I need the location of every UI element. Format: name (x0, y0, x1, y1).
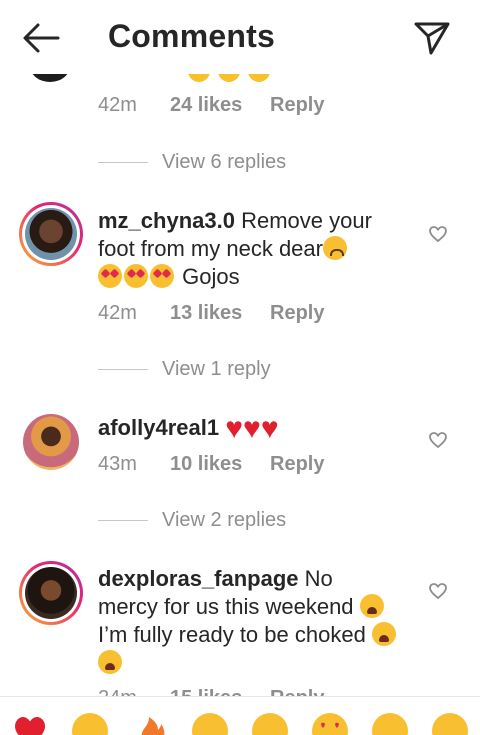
comment-text: Gojos (182, 264, 240, 289)
divider-line (98, 369, 148, 370)
comment-meta: 24m15 likesReply (98, 687, 324, 696)
red-heart-icon[interactable] (12, 713, 48, 735)
paper-plane-icon (414, 22, 450, 55)
view-replies-label: View 6 replies (162, 151, 287, 173)
red-heart-icon: ♥ (243, 412, 261, 445)
comment-text: I’m fully ready to be choked (98, 622, 366, 647)
comment-body: dexploras_fanpage No mercy for us this w… (98, 565, 398, 677)
view-replies-button[interactable]: View 2 replies (98, 509, 286, 532)
view-replies-label: View 2 replies (162, 509, 287, 531)
comment-likes[interactable]: 15 likes (170, 687, 270, 696)
header-bar: Comments (0, 0, 480, 74)
heart-outline-icon[interactable] (428, 430, 448, 450)
weary-face-icon (371, 622, 396, 646)
emoji-icon (218, 74, 240, 82)
view-replies-button[interactable]: View 6 replies (98, 151, 286, 174)
comment-body: afolly4real1 ♥♥♥ (98, 412, 398, 445)
back-button[interactable] (20, 20, 62, 56)
reply-button[interactable]: Reply (270, 302, 324, 325)
view-replies-label: View 1 reply (162, 358, 271, 380)
divider-line (98, 162, 148, 163)
comment-likes[interactable]: 10 likes (170, 453, 270, 476)
reply-button[interactable]: Reply (270, 687, 324, 696)
red-heart-icon: ♥ (260, 412, 279, 445)
weary-face-icon (98, 650, 122, 674)
tears-of-joy-icon[interactable] (432, 713, 468, 735)
heart-eyes-icon (150, 264, 174, 288)
red-heart-icon: ♥ (225, 412, 244, 445)
comment-meta: 42m 13 likes Reply (98, 302, 324, 325)
comment-time: 43m (98, 453, 137, 475)
heart-eyes-icon (124, 264, 148, 288)
comment-time: 42m (98, 302, 137, 324)
heart-eyes-icon (98, 264, 122, 288)
reply-button[interactable]: Reply (270, 453, 324, 476)
raising-hands-icon[interactable] (72, 713, 108, 735)
reply-button[interactable]: Reply (270, 94, 324, 117)
heart-eyes-icon[interactable] (312, 713, 348, 735)
heart-outline-icon[interactable] (428, 224, 448, 244)
comment-time: 24m (98, 687, 170, 696)
view-replies-button[interactable]: View 1 reply (98, 358, 271, 381)
divider-line (98, 520, 148, 521)
comment-likes[interactable]: 13 likes (170, 302, 270, 325)
share-button[interactable] (412, 18, 452, 58)
emoji-icon (248, 74, 270, 82)
crying-face-icon (322, 236, 347, 260)
comment-username[interactable]: afolly4real1 (98, 415, 219, 440)
comment-meta: 42m 24 likes Reply (98, 94, 324, 117)
avatar[interactable] (19, 561, 83, 625)
comment-username[interactable]: mz_chyna3.0 (98, 208, 235, 233)
heart-outline-icon[interactable] (428, 581, 448, 601)
quick-reaction-bar (0, 696, 480, 735)
comment-username[interactable]: dexploras_fanpage (98, 566, 299, 591)
fire-icon[interactable] (134, 713, 170, 735)
crying-face-icon[interactable] (252, 713, 288, 735)
surprised-face-icon[interactable] (372, 713, 408, 735)
clapping-hands-icon[interactable] (192, 713, 228, 735)
arrow-left-icon (23, 23, 60, 53)
comment-time: 42m (98, 94, 137, 116)
avatar[interactable] (19, 202, 83, 266)
page-title: Comments (108, 18, 275, 54)
weary-face-icon (359, 594, 384, 618)
comment-body: mz_chyna3.0 Remove your foot from my nec… (98, 207, 398, 291)
avatar[interactable] (23, 414, 79, 470)
emoji-icon (188, 74, 210, 82)
comments-list[interactable]: 42m 24 likes Reply View 6 replies mz_chyna… (0, 74, 480, 696)
comment-meta: 43m 10 likes Reply (98, 453, 324, 476)
avatar[interactable] (30, 74, 70, 82)
comment-likes[interactable]: 24 likes (170, 94, 270, 117)
